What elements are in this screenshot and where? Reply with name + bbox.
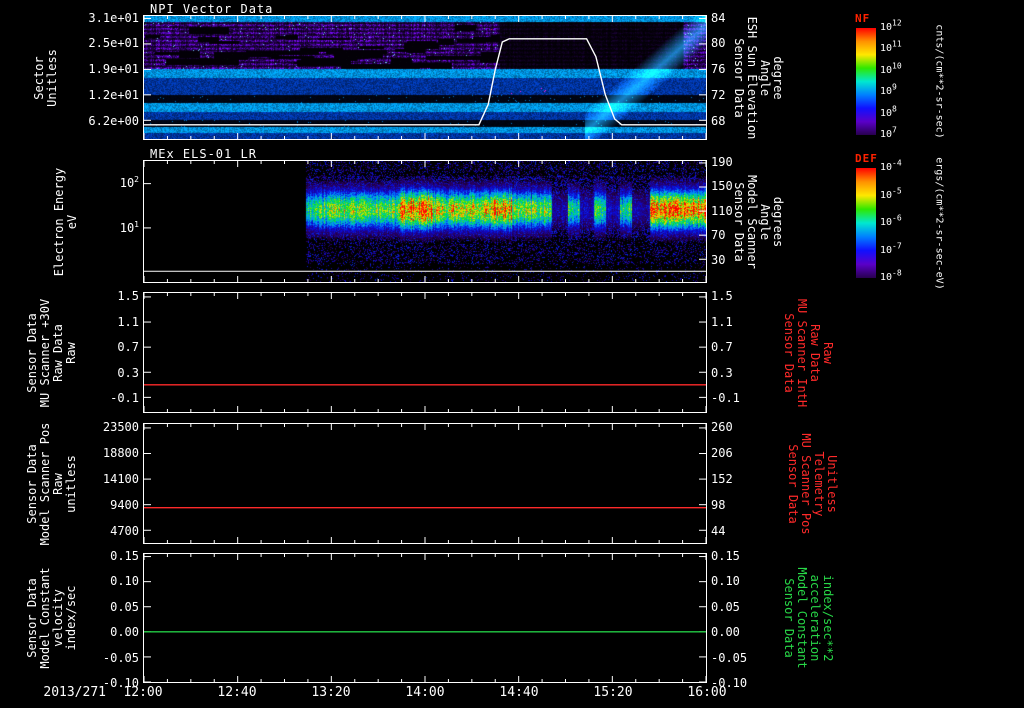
els-plot-overlay [144, 161, 706, 282]
x-tick-label: 14:40 [499, 685, 539, 700]
axis-label-line: acceleration [808, 574, 822, 662]
axis-label-line: ergs/(cm**2-sr-sec-eV) [933, 156, 945, 290]
colorbar-tick-label: 10-5 [880, 186, 902, 201]
y-tick-label-right: 0.10 [711, 574, 740, 589]
colorbar-def-units: ergs/(cm**2-sr-sec-eV) [932, 123, 945, 323]
x-tick-label: 15:20 [593, 685, 633, 700]
axis-label-line: index/sec**2 [821, 574, 835, 662]
y-tick-label-right: 152 [711, 472, 733, 487]
colorbar-tick-label: 10-4 [880, 158, 902, 173]
y-tick-label-left: 102 [119, 175, 139, 191]
colorbar-tick-label: 10-8 [880, 268, 902, 283]
y-tick-label-left: 101 [119, 220, 139, 236]
y-tick-label-left: 9400 [110, 498, 139, 513]
panel-mu-scanner-30v: Sensor Data MU Scanner +30V Raw Data Raw Ra… [0, 289, 1024, 413]
colorbar-tick-label: 107 [880, 125, 897, 140]
x-tick-label: 12:40 [217, 685, 257, 700]
npi-plot-overlay [144, 16, 706, 139]
y-tick-label-left: 0.00 [110, 625, 139, 640]
panel-model-scanner-pos: Sensor Data Model Scanner Pos Raw unitless … [0, 420, 1024, 545]
panel-npi-title: NPI Vector Data [150, 2, 274, 16]
colorbar-tick-label: 1011 [880, 40, 902, 55]
y-tick-label-right: 30 [711, 252, 726, 267]
colorbar-tick-label: 108 [880, 104, 897, 119]
y-tick-label-left: 3.1e+01 [88, 10, 139, 25]
colorbar-def-title: DEF [855, 152, 878, 165]
panel-model-constant-velocity: Sensor Data Model Constant velocity index/s… [0, 549, 1024, 690]
y-tick-label-left: 0.3 [117, 365, 139, 380]
y-tick-label-right: 68 [711, 114, 726, 128]
velocity-plot-overlay [144, 554, 706, 682]
y-tick-label-right: 1.1 [711, 314, 733, 329]
colorbar-tick-label: 1010 [880, 61, 902, 76]
y-tick-label-right: 0.7 [711, 340, 733, 355]
y-tick-label-left: 18800 [102, 446, 139, 460]
y-tick-label-right: 1.5 [711, 289, 733, 303]
scanner-pos-plot-overlay [144, 424, 706, 543]
y-tick-label-left: 1.9e+01 [88, 62, 139, 77]
y-tick-label-left: 0.15 [110, 548, 139, 563]
y-tick-label-right: 84 [711, 10, 726, 25]
y-tick-label-right: -0.1 [711, 391, 740, 406]
y-tick-label-right: 150 [711, 179, 733, 194]
y-tick-label-left: 14100 [102, 472, 139, 487]
x-tick-label: 12:00 [123, 685, 163, 700]
sun-elevation-line [144, 38, 706, 126]
els-plot-area [143, 160, 707, 283]
date-label: 2013/271 [43, 685, 106, 700]
colorbar-tick-label: 109 [880, 82, 897, 98]
colorbar-tick-label: 10-7 [880, 241, 902, 256]
y-tick-label-left: 1.1 [117, 314, 139, 329]
y-tick-label-left: 0.05 [110, 599, 139, 614]
y-tick-label-left: 0.7 [117, 340, 139, 355]
axis-label-line: Model Constant [795, 567, 809, 669]
y-tick-label-right: 206 [711, 446, 733, 460]
velocity-plot-area [143, 553, 707, 683]
y-tick-label-left: 1.5 [117, 289, 139, 303]
y-tick-label-right: 0.00 [711, 625, 740, 640]
space-physics-plot-page: NPI Vector Data Sector Unitless degree Ang… [0, 0, 1024, 708]
y-tick-label-right: 72 [711, 88, 726, 103]
x-tick-label: 16:00 [687, 685, 727, 700]
velocity-right-axis-label: index/sec**2 acceleration Model Constant Se… [782, 518, 835, 708]
mu-scanner-plot-area [143, 292, 707, 413]
y-tick-label-right: 0.15 [711, 548, 740, 563]
colorbar-nf-gradient [856, 28, 876, 135]
colorbar-nf-title: NF [855, 12, 871, 25]
y-tick-label-right: 98 [711, 498, 726, 513]
y-tick-label-right: 76 [711, 62, 726, 77]
colorbar-tick-label: 1012 [880, 18, 902, 33]
els-panel-title: MEx ELS-01 LR [150, 147, 257, 161]
y-tick-label-right: 44 [711, 524, 726, 539]
y-tick-label-right: 0.05 [711, 599, 740, 614]
y-tick-label-right: 110 [711, 203, 733, 218]
colorbar-tick-label: 10-6 [880, 213, 902, 228]
y-tick-label-right: 80 [711, 36, 726, 51]
y-tick-label-left: 1.2e+01 [88, 88, 139, 103]
y-tick-label-right: 0.3 [711, 365, 733, 380]
y-tick-label-right: -0.05 [711, 650, 748, 665]
axis-label-line: Sensor Data [782, 578, 796, 658]
y-tick-label-right: 260 [711, 420, 733, 434]
y-tick-label-left: 0.10 [110, 574, 139, 589]
colorbar-def-gradient [856, 168, 876, 278]
y-tick-label-right: 70 [711, 228, 726, 243]
scanner-pos-plot-area [143, 423, 707, 544]
mu-scanner-plot-overlay [144, 293, 706, 412]
x-tick-label: 13:20 [311, 685, 351, 700]
y-tick-label-left: 2.5e+01 [88, 36, 139, 51]
y-tick-label-left: -0.05 [102, 650, 139, 665]
y-tick-label-left: 23500 [102, 420, 139, 434]
npi-plot-area [143, 15, 707, 140]
x-tick-label: 14:00 [405, 685, 445, 700]
y-tick-label-right: 190 [711, 154, 733, 169]
